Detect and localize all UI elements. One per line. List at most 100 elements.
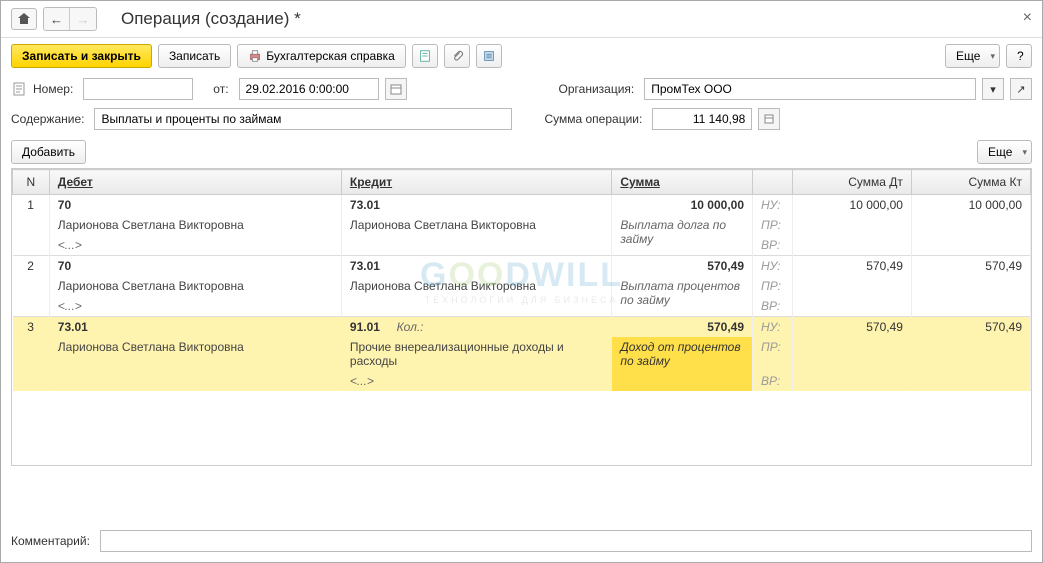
back-button[interactable]: ← [44,8,70,30]
sum-kt: 570,49 [911,256,1030,277]
comment-label: Комментарий: [11,534,94,548]
accounting-ref-button[interactable]: Бухгалтерская справка [237,44,406,68]
debit-account: 70 [58,198,71,212]
col-sum[interactable]: Сумма [612,170,753,195]
debit-account: 70 [58,259,71,273]
row-sum: 570,49 [707,320,744,334]
sum-calc-button[interactable] [758,108,780,130]
sum-dt: 10 000,00 [792,195,911,216]
row-sum: 570,49 [707,259,744,273]
entries-table-wrap: N Дебет Кредит Сумма Сумма Дт Сумма Кт 1… [11,168,1032,466]
table-row-selected[interactable]: 3 73.01 91.01 Кол.: 570,49 НУ: 570,49 57… [13,317,1031,338]
footer: Комментарий: [11,530,1032,552]
credit-account: 73.01 [350,259,380,273]
debit-ext: <...> [49,235,341,256]
titlebar: ← → Операция (создание) * × [1,1,1042,38]
nu-tag: НУ: [753,256,793,277]
col-n[interactable]: N [13,170,50,195]
table-more-button[interactable]: Еще [977,140,1032,164]
org-label: Организация: [559,82,639,96]
list-icon [482,49,496,63]
row-n: 3 [13,317,50,392]
table-row[interactable]: 1 70 73.01 10 000,00 НУ: 10 000,00 10 00… [13,195,1031,216]
debit-ext: <...> [49,296,341,317]
credit-ext [341,235,611,256]
credit-subconto: Ларионова Светлана Викторовна [341,215,611,235]
sum-input[interactable] [652,108,752,130]
calculator-icon [764,114,774,124]
credit-account: 91.01 [350,320,380,334]
document-icon [418,49,432,63]
save-button[interactable]: Записать [158,44,231,68]
table-toolbar: Добавить Еще [1,134,1042,168]
sum-dt: 570,49 [792,317,911,338]
credit-subconto: Прочие внереализационные доходы и расход… [341,337,611,371]
table-row[interactable]: 2 70 73.01 570,49 НУ: 570,49 570,49 [13,256,1031,277]
nu-tag: НУ: [753,195,793,216]
calendar-icon [390,83,402,95]
table-row-selected[interactable]: <...> ВР: [13,371,1031,391]
credit-subconto: Ларионова Светлана Викторовна [341,276,611,296]
sum-note: Выплата долга по займу [612,215,753,256]
org-dropdown-button[interactable]: ▾ [982,78,1004,100]
org-input[interactable] [644,78,976,100]
table-header-row: N Дебет Кредит Сумма Сумма Дт Сумма Кт [13,170,1031,195]
debit-subconto: Ларионова Светлана Викторовна [49,276,341,296]
row-sum: 10 000,00 [691,198,744,212]
debit-subconto: Ларионова Светлана Викторовна [49,337,341,371]
table-row[interactable]: <...> ВР: [13,235,1031,256]
app-window: ← → Операция (создание) * × Записать и з… [0,0,1043,563]
attach-button[interactable] [444,44,470,68]
vr-tag: ВР: [753,296,793,317]
entries-table: N Дебет Кредит Сумма Сумма Дт Сумма Кт 1… [12,169,1031,391]
debit-account: 73.01 [58,320,88,334]
form-row-content: Содержание: Сумма операции: [1,104,1042,134]
vr-tag: ВР: [753,235,793,256]
window-title: Операция (создание) * [121,9,301,29]
credit-ext: <...> [341,371,611,391]
col-sum-kt[interactable]: Сумма Кт [911,170,1030,195]
table-row[interactable]: <...> ВР: [13,296,1031,317]
date-label: от: [213,82,232,96]
nu-tag: НУ: [753,317,793,338]
close-button[interactable]: × [1023,9,1032,27]
credit-ext [341,296,611,317]
org-open-button[interactable]: ↗ [1010,78,1032,100]
document-icon [11,81,27,97]
col-sum-dt[interactable]: Сумма Дт [792,170,911,195]
comment-input[interactable] [100,530,1032,552]
help-button[interactable]: ? [1006,44,1032,68]
date-input[interactable] [239,78,379,100]
form-row-number: Номер: от: Организация: ▾ ↗ [1,74,1042,104]
sum-kt: 570,49 [911,317,1030,338]
content-label: Содержание: [11,112,88,126]
home-button[interactable] [11,8,37,30]
col-credit[interactable]: Кредит [341,170,611,195]
table-row[interactable]: Ларионова Светлана Викторовна Ларионова … [13,215,1031,235]
save-close-button[interactable]: Записать и закрыть [11,44,152,68]
number-input[interactable] [83,78,193,100]
sum-note: Выплата процентов по займу [612,276,753,317]
more-button[interactable]: Еще [945,44,1000,68]
accounting-ref-label: Бухгалтерская справка [266,49,395,63]
number-label: Номер: [33,82,77,96]
col-debit[interactable]: Дебет [49,170,341,195]
content-input[interactable] [94,108,512,130]
report-button[interactable] [412,44,438,68]
row-n: 2 [13,256,50,317]
list-button[interactable] [476,44,502,68]
table-row-selected[interactable]: Ларионова Светлана Викторовна Прочие вне… [13,337,1031,371]
printer-icon [248,49,262,63]
table-row[interactable]: Ларионова Светлана Викторовна Ларионова … [13,276,1031,296]
forward-button: → [70,8,96,30]
paperclip-icon [450,49,464,63]
sum-note-selected[interactable]: Доход от процентов по займу [612,337,753,391]
debit-ext [49,371,341,391]
date-picker-button[interactable] [385,78,407,100]
add-row-button[interactable]: Добавить [11,140,86,164]
credit-account: 73.01 [350,198,380,212]
sum-kt: 10 000,00 [911,195,1030,216]
sum-dt: 570,49 [792,256,911,277]
debit-subconto: Ларионова Светлана Викторовна [49,215,341,235]
vr-tag: ВР: [753,371,793,391]
